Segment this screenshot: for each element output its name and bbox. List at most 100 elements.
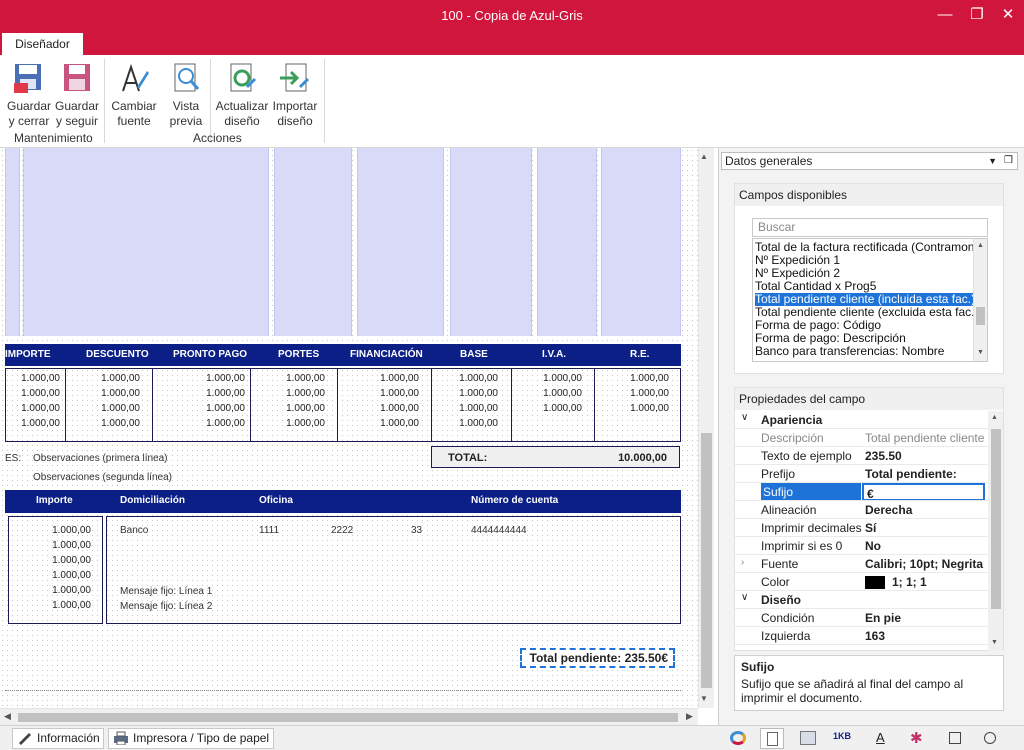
chevron-down-icon[interactable]: ▼ xyxy=(988,153,997,169)
change-font-button[interactable]: Cambiar fuente xyxy=(110,61,158,129)
totals-cell[interactable]: 1.000,00 xyxy=(359,388,419,399)
design-canvas[interactable]: IMPORTE DESCUENTO PRONTO PAGO PORTES FIN… xyxy=(0,148,698,708)
section-combo[interactable]: Datos generales ▼ ❒ xyxy=(721,152,1018,170)
totals-cell[interactable]: 1.000,00 xyxy=(80,418,140,429)
search-input[interactable]: Buscar xyxy=(752,218,988,237)
ellipse-icon[interactable] xyxy=(984,732,996,744)
property-value[interactable]: € xyxy=(862,483,985,501)
tab-impresora[interactable]: Impresora / Tipo de papel xyxy=(108,728,274,749)
save-continue-button[interactable]: Guardar y seguir xyxy=(54,61,100,129)
line-icon[interactable]: ✱ xyxy=(910,729,923,747)
totals-cell[interactable]: 1.000,00 xyxy=(185,373,245,384)
list-scrollbar[interactable]: ▲ ▼ xyxy=(973,239,987,361)
props-scrollbar[interactable]: ▲ ▼ xyxy=(988,411,1003,651)
totals-cell[interactable]: 1.000,00 xyxy=(265,403,325,414)
horizontal-scrollbar[interactable]: ◀ ▶ xyxy=(0,708,698,725)
category-diseno[interactable]: Diseño xyxy=(761,591,801,609)
property-name[interactable]: Alineación xyxy=(761,501,816,519)
totals-cell[interactable]: 1.000,00 xyxy=(359,403,419,414)
column-block[interactable] xyxy=(357,148,444,336)
property-name[interactable]: Descripción xyxy=(761,429,824,447)
totals-cell[interactable]: 1.000,00 xyxy=(438,403,498,414)
totals-cell[interactable]: 1.000,00 xyxy=(0,403,60,414)
property-value[interactable]: No xyxy=(865,537,881,555)
property-value[interactable]: Sí xyxy=(865,519,876,537)
property-name[interactable]: Sufijo xyxy=(761,483,861,501)
text-icon[interactable]: A xyxy=(876,730,885,745)
totals-cell[interactable]: 1.000,00 xyxy=(609,388,669,399)
scroll-left-icon[interactable]: ◀ xyxy=(4,711,11,722)
scroll-thumb[interactable] xyxy=(701,433,712,688)
column-block[interactable] xyxy=(5,148,20,336)
property-value[interactable]: 1; 1; 1 xyxy=(865,573,927,591)
update-design-button[interactable]: Actualizar diseño xyxy=(214,61,270,129)
totals-cell[interactable]: 1.000,00 xyxy=(359,373,419,384)
property-value[interactable]: Calibri; 10pt; Negrita xyxy=(865,555,983,573)
collapse-icon[interactable]: ∨ xyxy=(741,592,748,603)
category-apariencia[interactable]: Apariencia xyxy=(761,411,822,429)
total-box[interactable]: TOTAL: 10.000,00 xyxy=(431,446,680,468)
expand-icon[interactable]: › xyxy=(741,557,744,568)
totals-cell[interactable]: 1.000,00 xyxy=(265,373,325,384)
props-scroll-down-icon[interactable]: ▼ xyxy=(991,639,998,646)
column-block[interactable] xyxy=(274,148,352,336)
restore-icon[interactable]: ❐ xyxy=(962,4,992,26)
props-scroll-up-icon[interactable]: ▲ xyxy=(991,414,998,421)
fields-list[interactable]: Total de la factura rectificada (Contram… xyxy=(752,238,988,362)
list-scroll-down-icon[interactable]: ▼ xyxy=(977,349,984,356)
bank-office[interactable]: 1111 xyxy=(259,525,279,536)
close-icon[interactable]: ✕ xyxy=(993,4,1023,26)
tab-disenador[interactable]: Diseñador xyxy=(2,33,83,55)
list-scroll-up-icon[interactable]: ▲ xyxy=(977,242,984,249)
preview-button[interactable]: Vista previa xyxy=(164,61,208,129)
observations-line2[interactable]: Observaciones (segunda línea) xyxy=(33,472,172,483)
column-block[interactable] xyxy=(537,148,597,336)
property-value[interactable]: 163 xyxy=(865,627,885,645)
property-name[interactable]: Texto de ejemplo xyxy=(761,447,852,465)
property-name[interactable]: Color xyxy=(761,573,790,591)
property-value[interactable]: Total pendiente cliente xyxy=(865,429,984,447)
totals-cell[interactable]: 1.000,00 xyxy=(359,418,419,429)
column-block[interactable] xyxy=(450,148,532,336)
payment-amount[interactable]: 1.000,00 xyxy=(30,570,91,581)
bank-account[interactable]: 4444444444 xyxy=(471,525,527,536)
property-name[interactable]: Imprimir si es 0 xyxy=(761,537,842,555)
property-value[interactable]: 235.50 xyxy=(865,447,902,465)
totals-cell[interactable]: 1.000,00 xyxy=(522,388,582,399)
bank-name[interactable]: Banco xyxy=(120,525,148,536)
column-block[interactable] xyxy=(23,148,269,336)
printer-small-icon[interactable] xyxy=(800,731,816,745)
totals-cell[interactable]: 1.000,00 xyxy=(522,373,582,384)
totals-cell[interactable]: 1.000,00 xyxy=(185,418,245,429)
property-value[interactable]: Derecha xyxy=(865,501,912,519)
import-design-button[interactable]: Importar diseño xyxy=(270,61,320,129)
payment-amount[interactable]: 1.000,00 xyxy=(30,525,91,536)
pending-total-field[interactable]: Total pendiente: 235.50€ xyxy=(520,648,675,668)
totals-cell[interactable]: 1.000,00 xyxy=(522,403,582,414)
totals-cell[interactable]: 1.000,00 xyxy=(80,403,140,414)
bank-branch[interactable]: 2222 xyxy=(331,525,353,536)
collapse-icon[interactable]: ∨ xyxy=(741,412,748,423)
totals-cell[interactable]: 1.000,00 xyxy=(438,418,498,429)
bank-dc[interactable]: 33 xyxy=(411,525,422,536)
observations-line1[interactable]: Observaciones (primera línea) xyxy=(33,453,168,464)
payment-amount[interactable]: 1.000,00 xyxy=(30,555,91,566)
tab-informacion[interactable]: Información xyxy=(12,728,104,749)
field-list-item[interactable]: Banco para transferencias: Nombre xyxy=(755,345,944,358)
payment-amount[interactable]: 1.000,00 xyxy=(30,585,91,596)
pin-icon[interactable]: ❒ xyxy=(1004,153,1013,169)
vertical-scrollbar[interactable]: ▲ ▼ xyxy=(698,148,714,708)
property-name[interactable]: Prefijo xyxy=(761,465,795,483)
totals-cell[interactable]: 1.000,00 xyxy=(0,388,60,399)
property-name[interactable]: Fuente xyxy=(761,555,798,573)
list-scroll-thumb[interactable] xyxy=(976,307,985,325)
totals-cell[interactable]: 1.000,00 xyxy=(185,403,245,414)
payment-amount[interactable]: 1.000,00 xyxy=(30,600,91,611)
totals-cell[interactable]: 1.000,00 xyxy=(609,373,669,384)
document-icon[interactable] xyxy=(760,728,784,749)
property-name[interactable]: Izquierda xyxy=(761,627,810,645)
barcode-icon[interactable]: 1KB xyxy=(833,731,851,741)
payment-amount[interactable]: 1.000,00 xyxy=(30,540,91,551)
totals-cell[interactable]: 1.000,00 xyxy=(438,373,498,384)
totals-cell[interactable]: 1.000,00 xyxy=(265,418,325,429)
